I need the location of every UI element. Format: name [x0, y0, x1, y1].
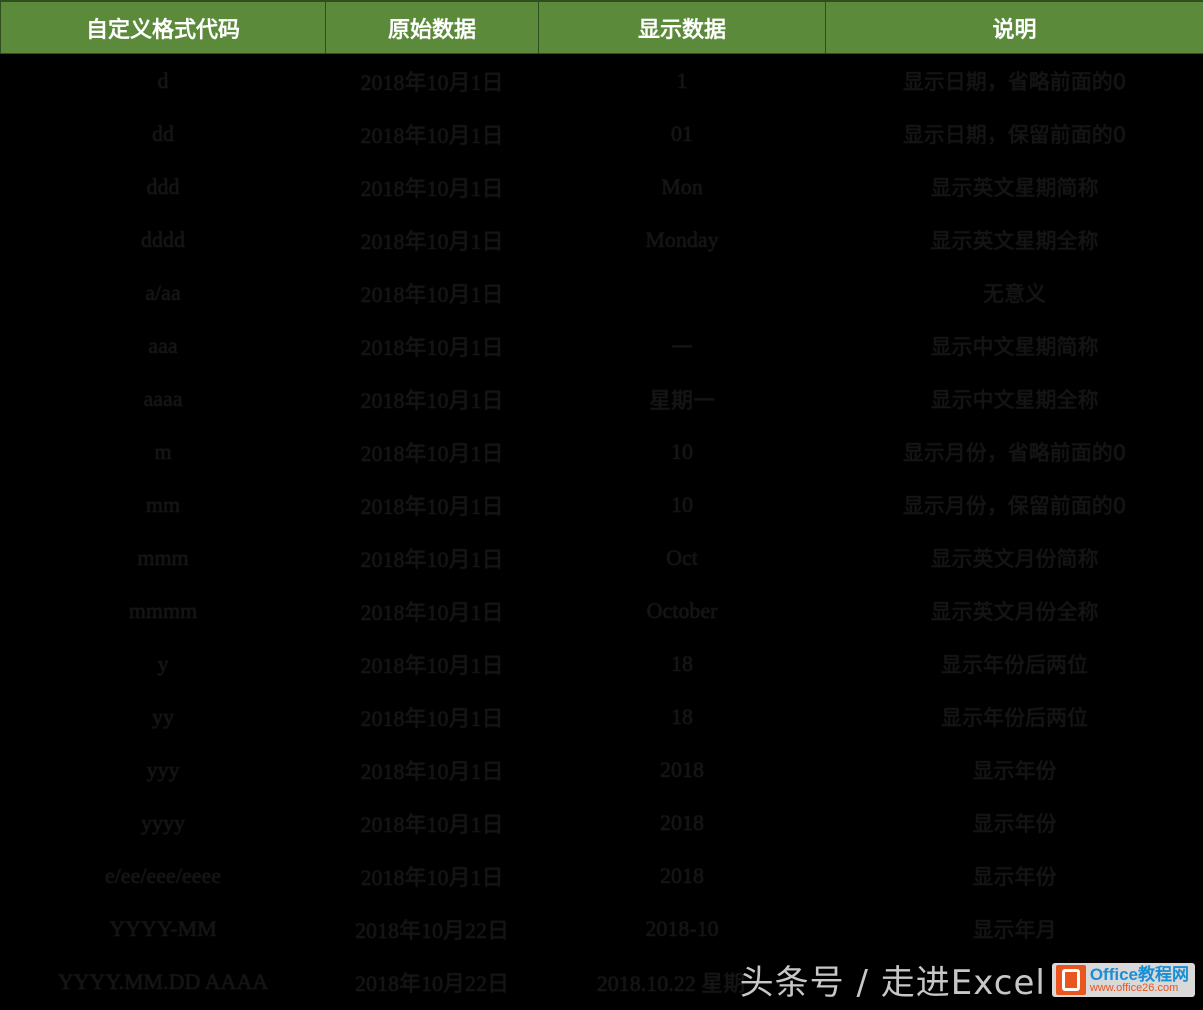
original-data-cell: 2018年10月1日	[360, 811, 504, 837]
office-logo: Office教程网 www.office26.com	[1051, 962, 1195, 997]
watermark-text: 头条号 / 走进Excel	[739, 963, 1046, 1003]
format-code-cell: mm	[145, 491, 181, 517]
original-data-cell: 2018年10月1日	[360, 281, 504, 307]
description-cell: 无意义	[983, 281, 1046, 306]
format-code-cell: y	[157, 650, 169, 676]
table-row: yyy 2018年10月1日 2018 显示年份	[1, 743, 1203, 796]
description-cell: 显示年份后两位	[941, 652, 1088, 677]
description-cell: 显示月份，保留前面的0	[902, 493, 1127, 518]
display-data-cell: 01	[671, 120, 693, 146]
display-data-cell: 2018	[660, 862, 704, 888]
original-data-cell: 2018年10月1日	[360, 69, 504, 95]
format-code-cell: a/aa	[145, 279, 181, 305]
description-cell: 显示英文星期全称	[930, 228, 1099, 253]
table-row: yyyy 2018年10月1日 2018 显示年份	[1, 796, 1203, 849]
description-cell: 显示年份	[972, 758, 1057, 783]
header-row: 自定义格式代码 原始数据 显示数据 说明	[0, 0, 1203, 54]
header-display-data: 显示数据	[538, 0, 826, 54]
header-description: 说明	[825, 0, 1203, 54]
format-code-cell: YYYY.MM.DD AAAA	[57, 968, 269, 994]
description-cell: 显示中文星期简称	[930, 334, 1099, 359]
original-data-cell: 2018年10月1日	[360, 493, 504, 519]
format-code-cell: dddd	[141, 226, 185, 252]
original-data-cell: 2018年10月1日	[360, 440, 504, 466]
display-data-cell: October	[646, 597, 718, 623]
format-code-cell: aaaa	[143, 385, 183, 411]
format-code-cell: mmmm	[128, 597, 198, 623]
table-row: ddd 2018年10月1日 Mon 显示英文星期简称	[1, 160, 1203, 213]
display-data-cell: 18	[671, 650, 693, 676]
format-code-cell: m	[154, 438, 172, 464]
original-data-cell: 2018年10月1日	[360, 175, 504, 201]
display-data-cell: 2018	[660, 809, 704, 835]
format-code-cell: yyy	[146, 756, 180, 782]
display-data-cell: 2018	[660, 756, 704, 782]
table-row: d 2018年10月1日 1 显示日期，省略前面的0	[1, 54, 1203, 108]
watermark: 头条号 / 走进Excel Office教程网 www.office26.com	[740, 955, 1195, 1004]
table-row: m 2018年10月1日 10 显示月份，省略前面的0	[1, 425, 1203, 478]
format-code-cell: yy	[152, 703, 174, 729]
display-data-cell: 10	[671, 491, 693, 517]
table-row: y 2018年10月1日 18 显示年份后两位	[1, 637, 1203, 690]
watermark-brand: Office教程网	[1089, 964, 1189, 984]
display-data-cell: Monday	[645, 226, 719, 252]
office-logo-icon	[1055, 964, 1086, 995]
table-row: yy 2018年10月1日 18 显示年份后两位	[1, 690, 1203, 743]
original-data-cell: 2018年10月1日	[360, 387, 504, 413]
description-cell: 显示英文星期简称	[930, 175, 1099, 200]
format-code-cell: ddd	[146, 173, 180, 199]
original-data-cell: 2018年10月1日	[360, 546, 504, 572]
original-data-cell: 2018年10月1日	[360, 758, 504, 784]
description-cell: 显示中文星期全称	[930, 387, 1099, 412]
original-data-cell: 2018年10月22日	[354, 970, 509, 996]
description-cell: 显示英文月份全称	[930, 599, 1099, 624]
description-cell: 显示年份	[972, 864, 1057, 889]
format-code-cell: yyyy	[141, 809, 185, 835]
watermark-url: www.office26.com	[1089, 981, 1179, 994]
table-row: mmm 2018年10月1日 Oct 显示英文月份简称	[1, 531, 1203, 584]
table-row: dddd 2018年10月1日 Monday 显示英文星期全称	[1, 213, 1203, 266]
description-cell: 显示日期，保留前面的0	[902, 122, 1127, 147]
table-row: mmmm 2018年10月1日 October 显示英文月份全称	[1, 584, 1203, 637]
description-cell: 显示年份后两位	[941, 705, 1088, 730]
description-cell: 显示年月	[972, 917, 1057, 942]
table-row: YYYY-MM 2018年10月22日 2018-10 显示年月	[1, 902, 1203, 955]
description-cell: 显示英文月份简称	[930, 546, 1099, 571]
original-data-cell: 2018年10月1日	[360, 705, 504, 731]
original-data-cell: 2018年10月22日	[354, 917, 509, 943]
display-data-cell: 一	[670, 334, 693, 360]
format-code-cell: YYYY-MM	[109, 915, 217, 941]
description-cell: 显示月份，省略前面的0	[902, 440, 1127, 465]
header-format-code: 自定义格式代码	[0, 0, 326, 54]
table-row: a/aa 2018年10月1日 无意义	[1, 266, 1203, 319]
format-code-cell: e/ee/eee/eeee	[105, 862, 221, 888]
table-row: aaa 2018年10月1日 一 显示中文星期简称	[1, 319, 1203, 372]
format-code-cell: dd	[152, 120, 174, 146]
original-data-cell: 2018年10月1日	[360, 864, 504, 890]
original-data-cell: 2018年10月1日	[360, 652, 504, 678]
description-cell: 显示年份	[972, 811, 1057, 836]
table-row: mm 2018年10月1日 10 显示月份，保留前面的0	[1, 478, 1203, 531]
display-data-cell: 1	[676, 67, 688, 93]
description-cell: 显示日期，省略前面的0	[902, 69, 1127, 94]
original-data-cell: 2018年10月1日	[360, 334, 504, 360]
header-original-data: 原始数据	[325, 0, 539, 54]
display-data-cell: Mon	[661, 173, 703, 199]
display-data-cell: Oct	[666, 544, 698, 570]
table-row: e/ee/eee/eeee 2018年10月1日 2018 显示年份	[1, 849, 1203, 902]
display-data-cell: 18	[671, 703, 693, 729]
original-data-cell: 2018年10月1日	[360, 122, 504, 148]
format-code-cell: mmm	[137, 544, 189, 570]
display-data-cell	[539, 266, 826, 319]
table-row: dd 2018年10月1日 01 显示日期，保留前面的0	[1, 107, 1203, 160]
display-data-cell: 10	[671, 438, 693, 464]
original-data-cell: 2018年10月1日	[360, 228, 504, 254]
format-code-table: 自定义格式代码 原始数据 显示数据 说明 d 2018年10月1日 1 显示日期，省略…	[0, 0, 1203, 1008]
display-data-cell: 星期一	[648, 387, 715, 413]
table-row: aaaa 2018年10月1日 星期一 显示中文星期全称	[1, 372, 1203, 425]
display-data-cell: 2018-10	[645, 915, 719, 941]
format-code-cell: d	[157, 67, 169, 93]
format-code-cell: aaa	[148, 332, 178, 358]
original-data-cell: 2018年10月1日	[360, 599, 504, 625]
